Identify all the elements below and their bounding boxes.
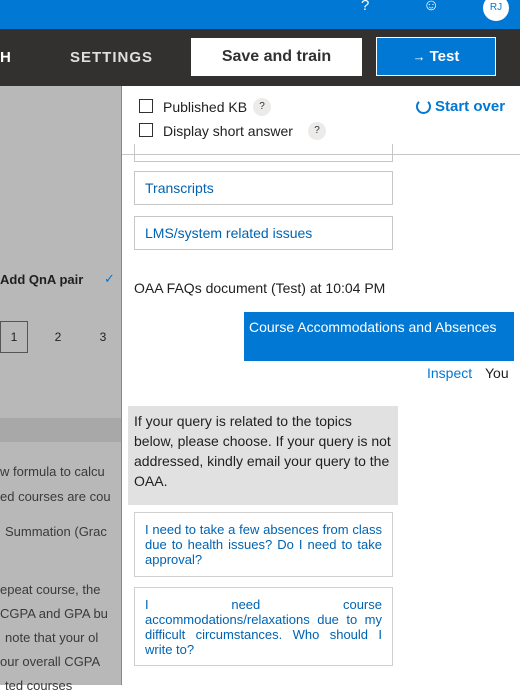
kb-editor-background: Add QnA pair ✓ 1 2 3 w formula to calcu … <box>0 86 121 693</box>
top-header: ? ☺ RJ <box>0 0 520 29</box>
prompt-chip-lms[interactable]: LMS/system related issues <box>134 216 393 250</box>
page-button-2[interactable]: 2 <box>44 321 72 353</box>
answer-text-line: w formula to calcu <box>0 464 105 479</box>
answer-text-line: ed courses are cou <box>0 489 111 504</box>
answer-text-line: note that your ol <box>5 630 99 645</box>
user-message: Course Accommodations and Absences <box>244 312 514 361</box>
answer-text-line: ted courses <box>5 678 73 693</box>
help-icon[interactable]: ? <box>308 122 326 140</box>
published-kb-label: Published KB <box>163 99 248 115</box>
add-qna-pair-button[interactable]: Add QnA pair <box>0 272 83 287</box>
display-short-answer-label: Display short answer <box>163 123 293 139</box>
answer-text-line: our overall CGPA <box>0 654 101 669</box>
prompt-chip-partial[interactable] <box>134 144 393 162</box>
inspect-link[interactable]: Inspect <box>427 365 472 381</box>
start-over-button[interactable]: Start over <box>416 98 505 115</box>
bot-message: If your query is related to the topics b… <box>128 406 398 505</box>
start-over-label: Start over <box>435 98 506 115</box>
test-panel: Published KB ? Display short answer ? St… <box>121 86 520 685</box>
test-button[interactable]: → Test <box>376 37 496 76</box>
page-button-3[interactable]: 3 <box>89 321 117 353</box>
chat-meta: OAA FAQs document (Test) at 10:04 PM <box>134 280 386 296</box>
help-icon[interactable]: ? <box>361 0 369 14</box>
prompt-chip-transcripts[interactable]: Transcripts <box>134 171 393 205</box>
answer-text-line: CGPA and GPA bu <box>0 606 108 621</box>
sender-label: You <box>485 365 509 381</box>
page-button-1[interactable]: 1 <box>0 321 28 353</box>
arrow-right-icon: → <box>412 49 426 64</box>
published-kb-checkbox[interactable] <box>139 99 153 113</box>
display-short-answer-checkbox[interactable] <box>139 123 153 137</box>
answer-text-line: Summation (Grac <box>5 524 107 539</box>
nav-tab-settings[interactable]: SETTINGS <box>70 49 153 66</box>
feedback-icon[interactable]: ☺ <box>423 0 439 15</box>
table-header-strip <box>0 418 121 442</box>
check-icon: ✓ <box>104 271 115 286</box>
test-button-label: Test <box>429 48 460 65</box>
option-chip-absences[interactable]: I need to take a few absences from class… <box>134 512 393 577</box>
option-chip-accommodations[interactable]: I need course accommodations/relaxations… <box>134 587 393 666</box>
save-and-train-button[interactable]: Save and train <box>191 38 362 76</box>
avatar[interactable]: RJ <box>483 0 509 21</box>
help-icon[interactable]: ? <box>253 98 271 116</box>
answer-text-line: epeat course, the <box>0 582 101 597</box>
refresh-icon <box>416 99 431 114</box>
nav-tab-partial[interactable]: H <box>0 49 12 66</box>
